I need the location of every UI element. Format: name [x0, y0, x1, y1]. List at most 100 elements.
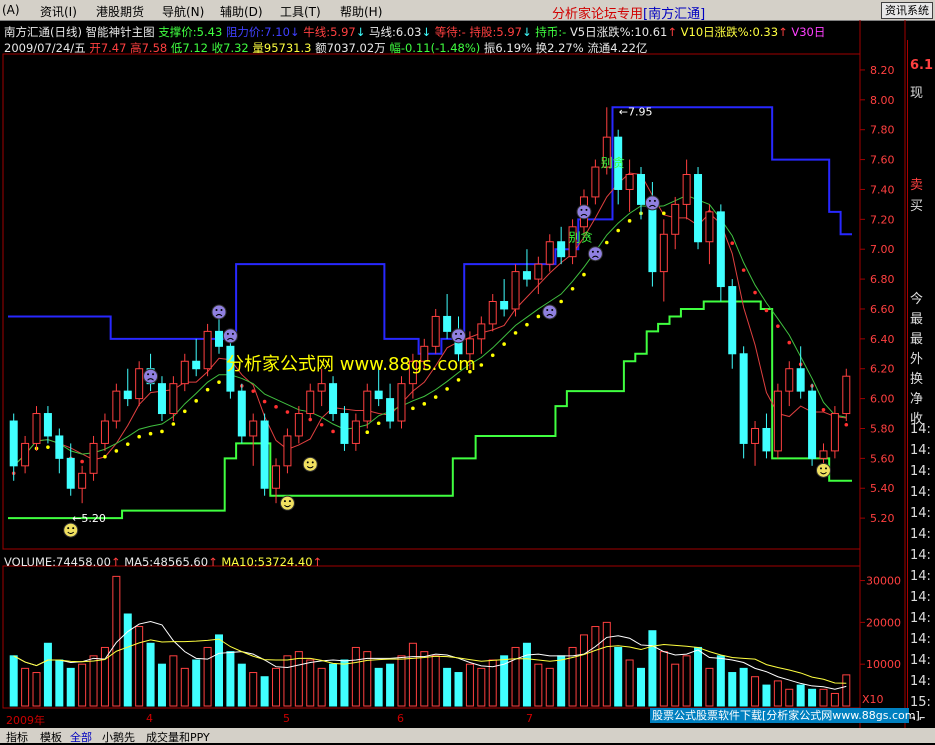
- face-eye: [215, 308, 218, 311]
- face-eye: [653, 199, 656, 202]
- volume-bar: [260, 676, 269, 707]
- candle-body: [431, 315, 440, 347]
- ad-banner[interactable]: 股票公式股票软件下载[分析家公式网www.88gs.com]: [650, 708, 920, 723]
- candle-body: [260, 420, 269, 489]
- rp-time-row: 14:: [910, 569, 931, 584]
- candle-body: [443, 315, 452, 332]
- trend-dot: [171, 422, 176, 426]
- face-eye: [546, 308, 549, 311]
- rp-time-row: 14:: [910, 674, 931, 689]
- candle-body: [55, 435, 64, 459]
- rp-now-label: 现: [910, 86, 924, 101]
- rp-sell: 卖: [910, 178, 924, 193]
- trend-dot: [365, 430, 370, 435]
- volume-bar: [237, 663, 246, 707]
- trend-dot: [616, 228, 620, 233]
- candle-body: [648, 203, 657, 273]
- volume-bar: [614, 646, 623, 707]
- rp-time-row: 14:: [910, 632, 931, 647]
- volume-bar: [773, 680, 782, 707]
- candle-body: [272, 465, 281, 489]
- rp-stat-2: 最: [910, 332, 924, 347]
- candle-body: [66, 457, 75, 489]
- face-eye: [460, 332, 463, 335]
- candle-body: [340, 413, 349, 444]
- candle-body: [705, 211, 714, 243]
- volume-bar: [43, 642, 52, 707]
- volume-bar: [842, 674, 851, 707]
- trend-dot: [114, 449, 119, 453]
- trend-dot: [331, 429, 335, 434]
- candle-body: [374, 390, 383, 400]
- price-tick-label: 5.60: [870, 452, 895, 465]
- volume-bar: [340, 659, 349, 707]
- price-tick-label: 7.00: [870, 243, 895, 256]
- volume-bar: [146, 642, 155, 707]
- candle-body: [477, 323, 486, 340]
- candle-body: [739, 353, 748, 444]
- trend-dot: [821, 408, 826, 412]
- volume-bar: [477, 667, 486, 707]
- face-eye: [648, 199, 651, 202]
- date-label: 4: [146, 712, 153, 725]
- candle-body: [135, 368, 144, 400]
- face-eye: [72, 527, 75, 530]
- trend-dot: [411, 406, 415, 411]
- volume-bar: [443, 667, 452, 707]
- rp-stat-5: 净: [910, 392, 924, 407]
- trend-dot: [627, 219, 632, 223]
- candle-body: [169, 383, 178, 415]
- volume-bar: [637, 667, 645, 707]
- face-eye: [288, 500, 291, 503]
- candle-body: [100, 420, 109, 444]
- trend-dot: [730, 241, 735, 246]
- trend-dot: [160, 429, 164, 434]
- rp-time-row: 14:: [910, 611, 931, 626]
- candle-body: [43, 413, 52, 437]
- candle-body: [545, 241, 554, 265]
- smile-face-icon: [302, 456, 318, 472]
- candle-body: [180, 360, 189, 385]
- candle-body: [682, 174, 691, 205]
- face-eye: [596, 250, 599, 253]
- candle-body: [694, 174, 703, 243]
- volume-bar: [716, 655, 725, 707]
- candle-body: [842, 375, 851, 415]
- volume-tick-label: 10000: [866, 658, 901, 671]
- candle-body: [716, 211, 725, 288]
- rp-time-row: 15:: [910, 695, 931, 710]
- date-label: 2009年: [6, 714, 45, 727]
- volume-bar: [762, 684, 771, 707]
- sad-face-icon: [644, 195, 660, 211]
- trend-dot: [559, 299, 563, 304]
- volume-bar: [272, 667, 281, 707]
- volume-bar: [534, 663, 543, 707]
- volume-bar: [283, 655, 292, 707]
- volume-bar: [249, 672, 258, 707]
- price-tick-label: 7.40: [870, 183, 895, 196]
- price-tick-label: 6.00: [870, 393, 895, 406]
- rp-stat-1: 最: [910, 312, 924, 327]
- price-tick-label: 6.40: [870, 333, 895, 346]
- volume-bar: [66, 667, 75, 707]
- volume-bar: [557, 655, 566, 707]
- resistance-line: [8, 106, 852, 355]
- rp-time-row: 14:: [910, 464, 931, 479]
- trend-dot: [376, 421, 381, 426]
- volume-bar: [808, 688, 817, 707]
- candle-body: [522, 271, 531, 280]
- smile-face-icon: [279, 495, 295, 511]
- face-eye: [231, 332, 234, 335]
- rp-stat-0: 今: [910, 292, 924, 307]
- volume-bar: [522, 642, 531, 707]
- volume-bar: [135, 626, 144, 707]
- trend-dot: [490, 353, 495, 358]
- trend-dot: [787, 340, 792, 345]
- trend-dot: [764, 308, 769, 313]
- candle-body: [329, 383, 338, 415]
- volume-indicator-line: VOLUME:74458.00↑ MA5:48565.60↑ MA10:5372…: [4, 555, 323, 569]
- trend-dot: [137, 434, 141, 439]
- volume-unit-label: X10: [862, 693, 884, 706]
- volume-bar: [329, 663, 338, 707]
- trend-dot: [753, 290, 757, 295]
